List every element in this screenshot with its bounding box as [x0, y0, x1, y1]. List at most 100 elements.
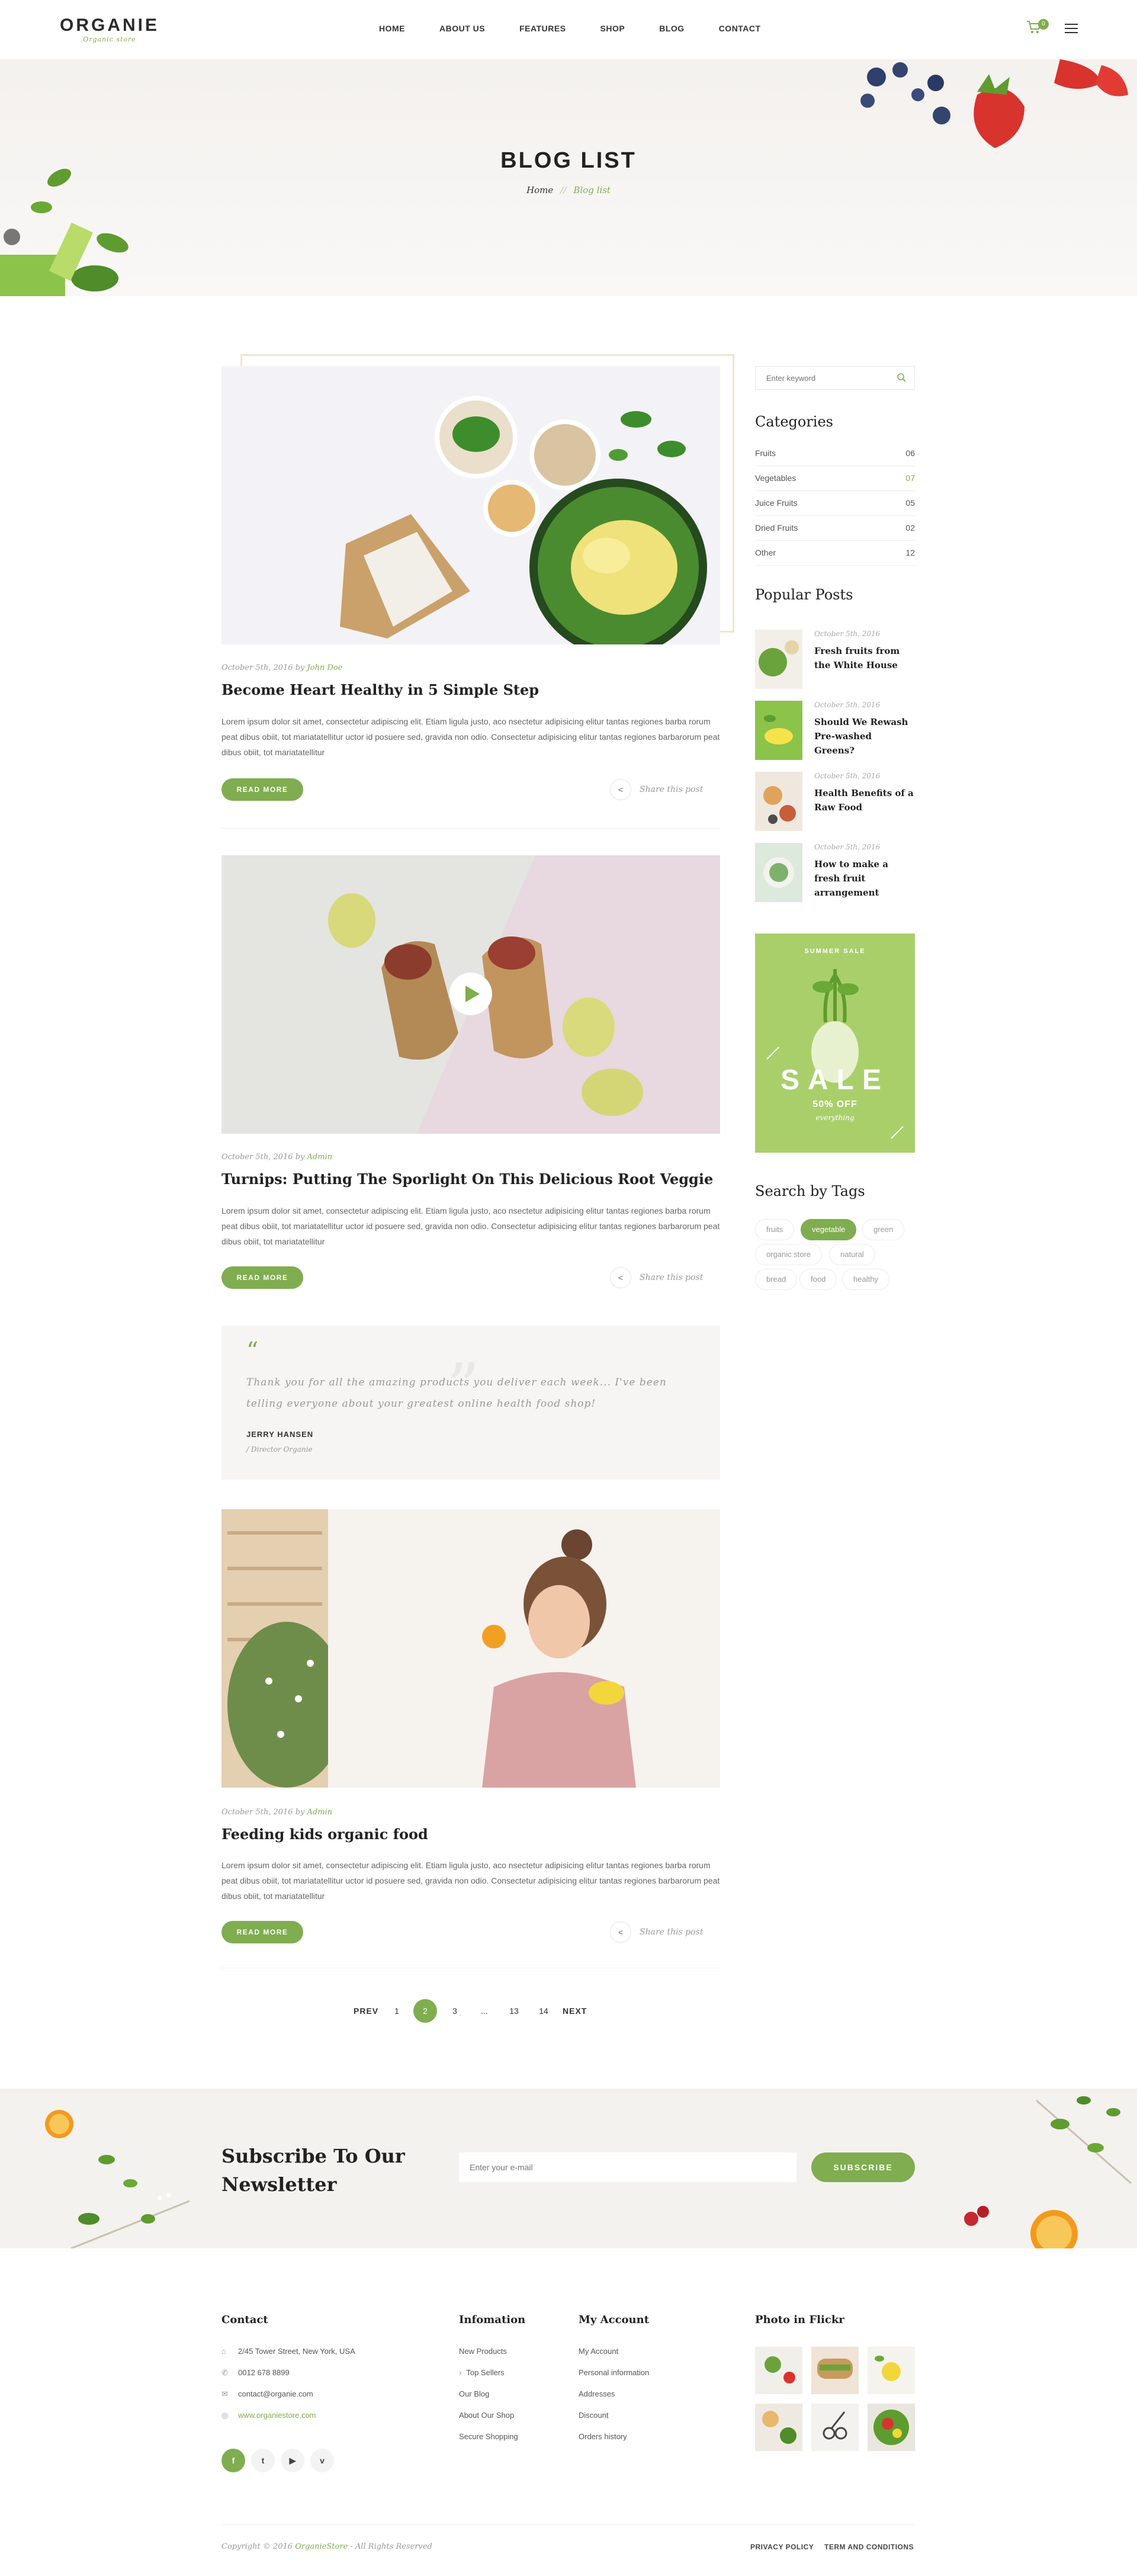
corner-decoration-icon — [891, 1126, 904, 1139]
pagination-page[interactable]: 14 — [532, 1999, 555, 2023]
popular-post-title[interactable]: Fresh fruits from the White House — [814, 644, 915, 672]
post-image-healthy-bowls[interactable] — [221, 366, 720, 644]
search-input[interactable] — [756, 367, 886, 389]
share-post[interactable]: < Share this post — [610, 1921, 703, 1943]
twitter-icon[interactable]: t — [251, 2449, 275, 2472]
post-title[interactable]: Feeding kids organic food — [221, 1826, 428, 1843]
read-more-button[interactable]: READ MORE — [221, 1921, 303, 1943]
category-item-fruits[interactable]: Fruits 06 — [755, 441, 915, 466]
footer-link-top-sellers[interactable]: › Top Sellers — [459, 2368, 505, 2377]
flickr-photo[interactable] — [755, 2404, 802, 2451]
footer-website[interactable]: ◎ www.organiestore.com — [221, 2411, 316, 2425]
footer-link-orders-history[interactable]: Orders history — [579, 2432, 627, 2441]
sale-banner[interactable]: SUMMER SALE SALE 50% OFF everything — [755, 933, 915, 1153]
popular-post-title[interactable]: Should We Rewash Pre-washed Greens? — [814, 715, 915, 758]
privacy-policy-link[interactable]: PRIVACY POLICY — [750, 2543, 814, 2551]
vimeo-icon[interactable]: v — [310, 2449, 334, 2472]
footer-link-about-shop[interactable]: About Our Shop — [459, 2411, 514, 2420]
share-post[interactable]: < Share this post — [610, 779, 703, 800]
page-title: BLOG LIST — [500, 148, 637, 173]
hamburger-menu-icon[interactable] — [1065, 24, 1078, 34]
category-count: 12 — [905, 548, 915, 557]
newsletter-section: Subscribe To Our Newsletter SUBSCRIBE — [0, 2089, 1137, 2248]
popular-post-item[interactable]: October 5th, 2016 Fresh fruits from the … — [755, 630, 915, 689]
flickr-photo[interactable] — [868, 2347, 915, 2394]
tag-vegetable[interactable]: vegetable — [801, 1219, 857, 1240]
popular-post-item[interactable]: October 5th, 2016 Health Benefits of a R… — [755, 772, 915, 831]
nav-contact[interactable]: CONTACT — [719, 24, 761, 38]
logo[interactable]: ORGANIE Organic store — [59, 15, 160, 49]
pagination-page[interactable]: 3 — [443, 1999, 467, 2023]
pagination-page[interactable]: 13 — [502, 1999, 526, 2023]
cart-count-badge: 0 — [1038, 19, 1049, 30]
popular-post-title[interactable]: Health Benefits of a Raw Food — [814, 786, 915, 814]
read-more-button[interactable]: READ MORE — [221, 778, 303, 801]
read-more-button[interactable]: READ MORE — [221, 1266, 303, 1289]
post-author[interactable]: Admin — [307, 1808, 333, 1817]
category-item-dried-fruits[interactable]: Dried Fruits 02 — [755, 516, 915, 541]
category-item-other[interactable]: Other 12 — [755, 541, 915, 566]
flickr-photo[interactable] — [811, 2404, 859, 2451]
post-image-kid-eating[interactable] — [221, 1509, 720, 1788]
category-item-vegetables[interactable]: Vegetables 07 — [755, 466, 915, 491]
flickr-photo[interactable] — [811, 2347, 859, 2394]
youtube-icon[interactable]: ▶ — [281, 2449, 304, 2472]
popular-post-thumbnail[interactable] — [755, 630, 802, 689]
category-label: Vegetables — [755, 473, 796, 483]
breadcrumb-home[interactable]: Home — [526, 185, 553, 195]
popular-post-item[interactable]: October 5th, 2016 How to make a fresh fr… — [755, 843, 915, 902]
popular-post-thumbnail[interactable] — [755, 772, 802, 831]
flickr-photo[interactable] — [755, 2347, 802, 2394]
category-count: 07 — [905, 473, 915, 483]
pagination-page[interactable]: 1 — [385, 1999, 409, 2023]
footer-email[interactable]: ✉ contact@organie.com — [221, 2389, 313, 2404]
popular-post-thumbnail[interactable] — [755, 701, 802, 760]
tag-organic-store[interactable]: organic store — [755, 1244, 823, 1265]
nav-home[interactable]: HOME — [379, 24, 405, 38]
post-author[interactable]: Admin — [307, 1153, 333, 1162]
nav-blog[interactable]: BLOG — [659, 24, 684, 38]
newsletter-title: Subscribe To Our Newsletter — [221, 2145, 405, 2196]
footer-link-discount[interactable]: Discount — [579, 2411, 609, 2420]
post-title[interactable]: Turnips: Putting The Sporlight On This D… — [221, 1170, 713, 1188]
search-icon[interactable] — [897, 373, 906, 382]
footer-link-our-blog[interactable]: Our Blog — [459, 2389, 489, 2398]
quote-role-text: Director Organie — [250, 1445, 313, 1454]
tag-food[interactable]: food — [799, 1269, 837, 1290]
facebook-icon[interactable]: f — [221, 2449, 245, 2472]
tag-healthy[interactable]: healthy — [842, 1269, 889, 1290]
footer-link-addresses[interactable]: Addresses — [579, 2389, 615, 2398]
category-item-juice-fruits[interactable]: Juice Fruits 05 — [755, 491, 915, 516]
footer-link-personal-info[interactable]: Personal information — [579, 2368, 649, 2377]
nav-features[interactable]: FEATURES — [519, 24, 566, 38]
corner-decoration-icon — [766, 1047, 779, 1060]
footer-link-my-account[interactable]: My Account — [579, 2347, 618, 2356]
footer-link-secure-shopping[interactable]: Secure Shopping — [459, 2432, 518, 2441]
newsletter-email-input[interactable] — [459, 2152, 796, 2182]
post-author[interactable]: John Doe — [307, 663, 343, 672]
nav-about-us[interactable]: ABOUT US — [439, 24, 485, 38]
popular-post-title[interactable]: How to make a fresh fruit arrangement — [814, 857, 915, 900]
footer-link-new-products[interactable]: New Products — [459, 2347, 507, 2356]
post-title[interactable]: Become Heart Healthy in 5 Simple Step — [221, 681, 539, 698]
cart-button[interactable]: 0 — [1026, 19, 1049, 39]
newsletter-herbs-left-image — [45, 2110, 190, 2248]
terms-link[interactable]: TERM AND CONDITIONS — [824, 2543, 914, 2551]
share-post[interactable]: < Share this post — [610, 1267, 703, 1288]
pagination-next[interactable]: NEXT — [563, 1999, 587, 2023]
quote-mark-icon: “ — [246, 1337, 259, 1365]
flickr-photo[interactable] — [868, 2404, 915, 2451]
tag-green[interactable]: green — [862, 1219, 905, 1240]
popular-post-thumbnail[interactable] — [755, 843, 802, 902]
tag-natural[interactable]: natural — [829, 1244, 875, 1265]
popular-post-item[interactable]: October 5th, 2016 Should We Rewash Pre-w… — [755, 701, 915, 760]
copyright-brand-link[interactable]: OrganieStore — [295, 2542, 348, 2551]
testimonial-quote: “ ” Thank you for all the amazing produc… — [221, 1326, 720, 1480]
pagination-page-active[interactable]: 2 — [413, 1999, 437, 2023]
post-image-wraps-video[interactable] — [221, 855, 720, 1134]
pagination-prev[interactable]: PREV — [354, 1999, 378, 2023]
nav-shop[interactable]: SHOP — [600, 24, 625, 38]
subscribe-button[interactable]: SUBSCRIBE — [811, 2152, 915, 2182]
tag-fruits[interactable]: fruits — [755, 1219, 795, 1240]
tag-bread[interactable]: bread — [755, 1269, 798, 1290]
